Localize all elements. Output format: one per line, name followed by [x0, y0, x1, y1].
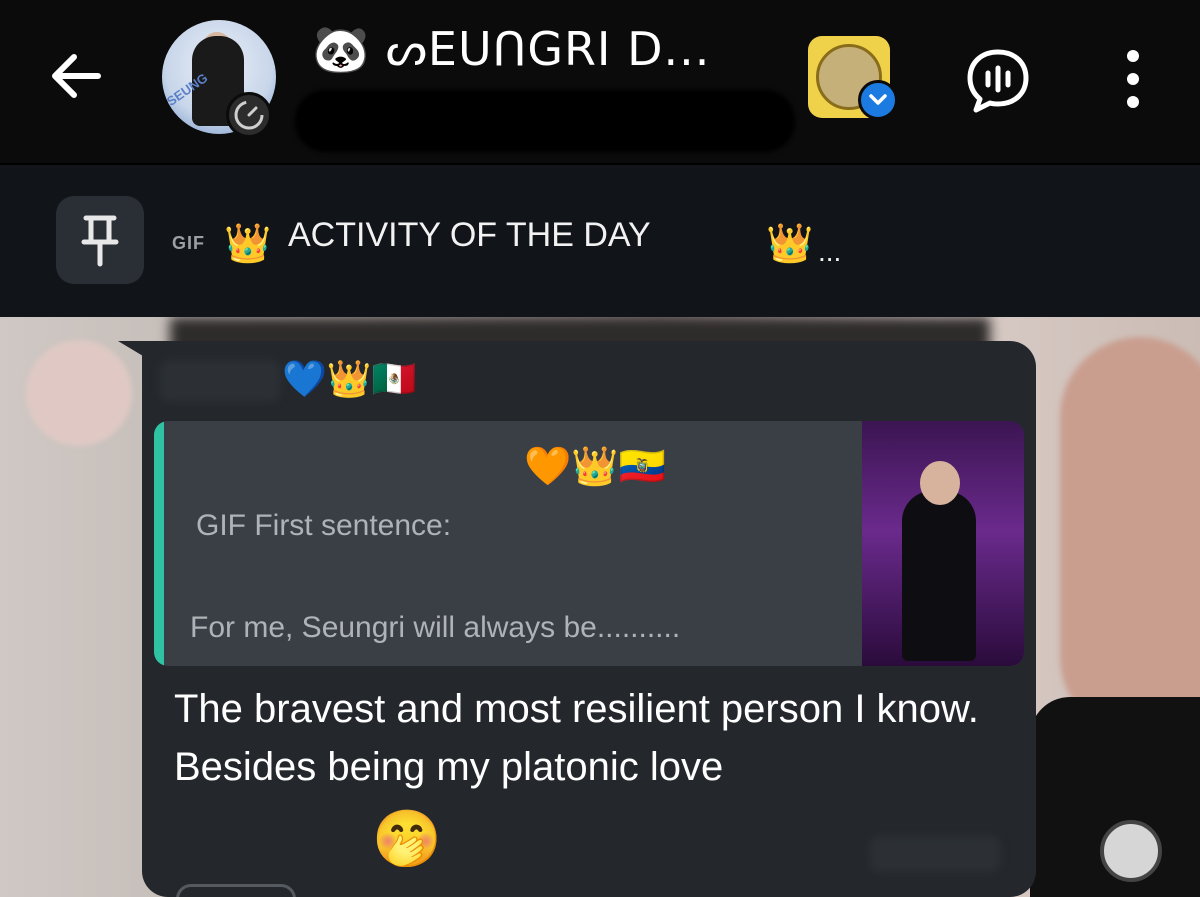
redacted-subtitle — [295, 90, 795, 152]
voice-chat-icon — [967, 49, 1029, 113]
hand-over-mouth-emoji: 🤭 — [372, 807, 442, 870]
chat-title[interactable]: 🐼 ᔕEUᑎGRI D... — [312, 22, 710, 77]
arrow-left-icon — [52, 54, 101, 98]
pin-button[interactable] — [56, 196, 144, 284]
chat-title-text: ᔕEUᑎGRI D... — [385, 22, 711, 76]
sender-emojis: 💙👑🇲🇽 — [282, 358, 417, 399]
crown-emoji-left: 👑 — [224, 223, 272, 265]
panda-emoji: 🐼 — [312, 22, 371, 76]
message-text: The bravest and most resilient person I … — [174, 687, 979, 789]
quote-emojis: 🧡👑🇪🇨 — [524, 446, 666, 488]
quote-first-line: GIF First sentence: — [196, 509, 452, 542]
gif-label: GIF — [172, 233, 205, 253]
reaction-pill[interactable] — [176, 884, 296, 897]
quote-second-line: For me, Seungri will always be.......... — [190, 611, 681, 644]
back-button[interactable] — [44, 44, 108, 108]
crown-emoji-right: 👑 — [766, 223, 814, 265]
thumbnail-figure-head — [920, 461, 960, 505]
pinned-ellipsis: ... — [818, 236, 842, 267]
pinned-message-text: ACTIVITY OF THE DAY — [288, 216, 651, 254]
background-photo-hand — [1060, 337, 1200, 737]
pin-icon — [81, 215, 119, 267]
quote-accent-bar — [154, 421, 164, 666]
thumbnail-figure-body — [902, 491, 976, 661]
sender-avatar[interactable] — [26, 340, 132, 446]
more-vertical-icon — [1127, 50, 1139, 108]
background-photo-button — [1100, 820, 1162, 882]
chevron-down-icon[interactable] — [858, 80, 898, 120]
redacted-sender-name — [160, 360, 280, 402]
redacted-timestamp — [870, 836, 1000, 872]
voice-chat-button[interactable] — [962, 44, 1034, 116]
quote-gif-thumbnail[interactable] — [862, 421, 1024, 666]
timer-icon — [226, 92, 272, 138]
more-options-button[interactable] — [1110, 46, 1156, 112]
quoted-message[interactable]: 🧡👑🇪🇨 GIF First sentence: For me, Seungri… — [154, 421, 1024, 666]
